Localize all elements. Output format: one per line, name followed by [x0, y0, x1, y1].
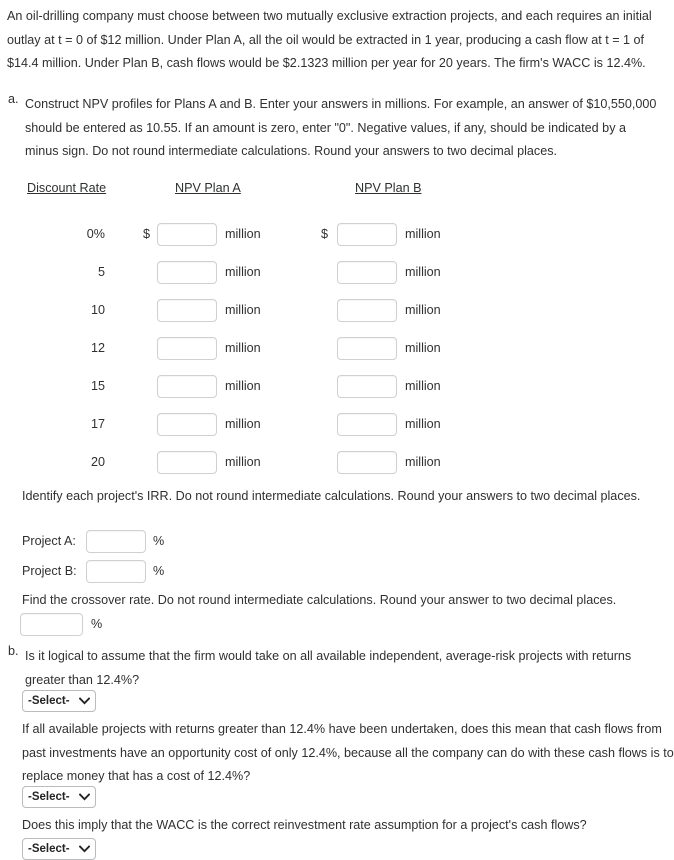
- npv-plan-b-input[interactable]: [337, 413, 397, 436]
- irr-project-a-input[interactable]: [86, 530, 146, 553]
- column-header-npv-plan-a: NPV Plan A: [175, 181, 241, 195]
- npv-plan-a-input[interactable]: [157, 261, 217, 284]
- unit-label-plan-b: million: [405, 227, 441, 241]
- discount-rate-value: 5: [97, 265, 105, 279]
- problem-statement: An oil-drilling company must choose betw…: [7, 9, 652, 70]
- answer-select-1-box: -Select-: [22, 690, 96, 712]
- answer-select-1[interactable]: -Select-: [22, 690, 96, 712]
- part-b: b. Is it logical to assume that the firm…: [8, 645, 658, 692]
- table-row: 20 million million: [0, 451, 674, 489]
- answer-select-3-box: -Select-: [22, 838, 96, 860]
- percent-symbol: %: [91, 617, 103, 631]
- npv-plan-b-input[interactable]: [337, 375, 397, 398]
- npv-plan-a-input[interactable]: [157, 337, 217, 360]
- percent-symbol: %: [153, 534, 165, 548]
- table-row: 0% $ million $ million: [0, 223, 674, 261]
- currency-symbol-plan-b: $: [321, 227, 329, 241]
- npv-plan-b-input[interactable]: [337, 261, 397, 284]
- unit-label-plan-a: million: [225, 341, 261, 355]
- irr-project-b-label: Project B:: [22, 564, 77, 578]
- discount-rate-value: 15: [90, 379, 105, 393]
- npv-plan-a-input[interactable]: [157, 223, 217, 246]
- table-row: 12 million million: [0, 337, 674, 375]
- answer-select-2-box: -Select-: [22, 786, 96, 808]
- part-b-marker: b.: [8, 644, 19, 658]
- irr-instructions: Identify each project's IRR. Do not roun…: [22, 489, 641, 503]
- crossover-instructions: Find the crossover rate. Do not round in…: [22, 593, 617, 607]
- unit-label-plan-b: million: [405, 341, 441, 355]
- discount-rate-value: 0%: [86, 227, 105, 241]
- table-row: 15 million million: [0, 375, 674, 413]
- npv-plan-b-input[interactable]: [337, 451, 397, 474]
- unit-label-plan-a: million: [225, 455, 261, 469]
- part-b-question-2: If all available projects with returns g…: [22, 722, 674, 783]
- table-row: 17 million million: [0, 413, 674, 451]
- discount-rate-value: 17: [90, 417, 105, 431]
- npv-plan-b-input[interactable]: [337, 299, 397, 322]
- column-header-npv-plan-b: NPV Plan B: [355, 181, 422, 195]
- discount-rate-value: 20: [90, 455, 105, 469]
- unit-label-plan-b: million: [405, 379, 441, 393]
- npv-plan-b-input[interactable]: [337, 223, 397, 246]
- npv-plan-a-input[interactable]: [157, 413, 217, 436]
- percent-symbol: %: [153, 564, 165, 578]
- crossover-rate-input[interactable]: [20, 613, 83, 636]
- irr-project-b-input[interactable]: [86, 560, 146, 583]
- unit-label-plan-b: million: [405, 455, 441, 469]
- npv-plan-a-input[interactable]: [157, 299, 217, 322]
- npv-plan-b-input[interactable]: [337, 337, 397, 360]
- part-b-question-3: Does this imply that the WACC is the cor…: [22, 818, 587, 832]
- irr-project-a-label: Project A:: [22, 534, 76, 548]
- unit-label-plan-a: million: [225, 379, 261, 393]
- part-a-marker: a.: [8, 92, 19, 106]
- unit-label-plan-b: million: [405, 265, 441, 279]
- table-row: 10 million million: [0, 299, 674, 337]
- part-b-question-1: Is it logical to assume that the firm wo…: [25, 649, 632, 687]
- column-header-discount-rate: Discount Rate: [27, 181, 107, 195]
- discount-rate-value: 10: [90, 303, 105, 317]
- npv-plan-a-input[interactable]: [157, 451, 217, 474]
- answer-select-3[interactable]: -Select-: [22, 838, 96, 860]
- unit-label-plan-a: million: [225, 265, 261, 279]
- unit-label-plan-b: million: [405, 417, 441, 431]
- part-a-text: Construct NPV profiles for Plans A and B…: [25, 97, 657, 158]
- discount-rate-value: 12: [90, 341, 105, 355]
- worksheet-page: An oil-drilling company must choose betw…: [0, 0, 674, 860]
- table-row: 5 million million: [0, 261, 674, 299]
- npv-plan-a-input[interactable]: [157, 375, 217, 398]
- unit-label-plan-a: million: [225, 417, 261, 431]
- answer-select-2[interactable]: -Select-: [22, 786, 96, 808]
- part-a: a. Construct NPV profiles for Plans A an…: [8, 93, 658, 164]
- unit-label-plan-a: million: [225, 227, 261, 241]
- currency-symbol-plan-a: $: [143, 227, 151, 241]
- answer-select-1-wrapper: -Select-: [22, 690, 96, 712]
- answer-select-2-wrapper: -Select-: [22, 786, 96, 808]
- answer-select-3-wrapper: -Select-: [22, 838, 96, 860]
- unit-label-plan-b: million: [405, 303, 441, 317]
- unit-label-plan-a: million: [225, 303, 261, 317]
